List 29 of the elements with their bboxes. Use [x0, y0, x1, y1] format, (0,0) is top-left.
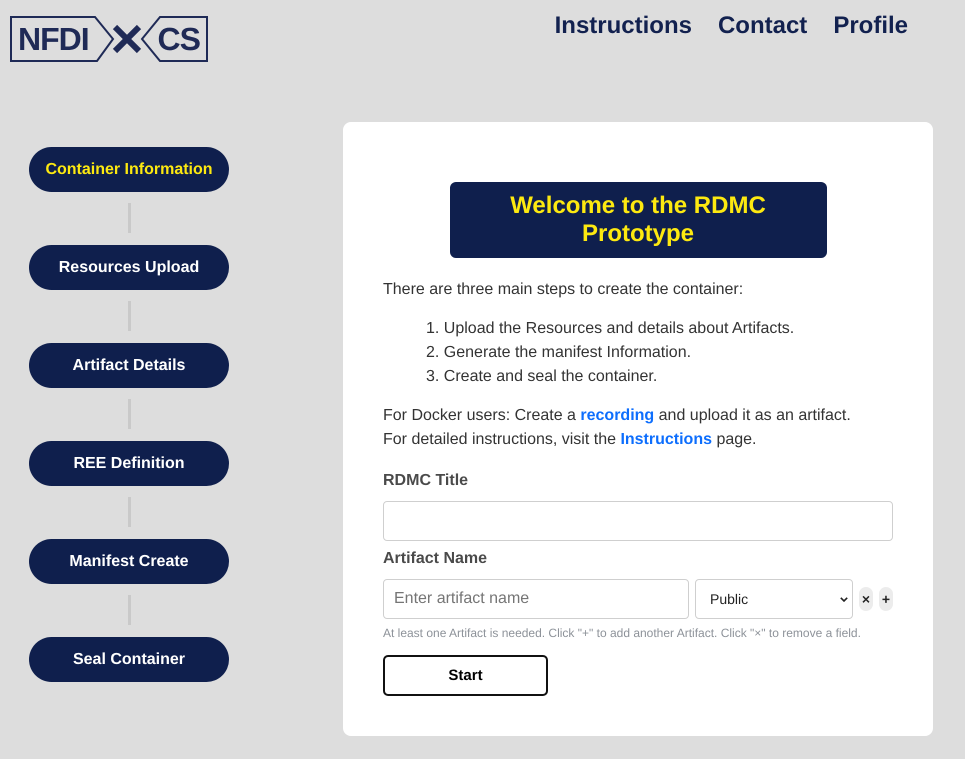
nav-link[interactable]: Instructions — [554, 12, 692, 40]
add-button[interactable]: + — [879, 587, 893, 611]
text-link[interactable]: recording — [580, 407, 654, 424]
step-button[interactable]: Artifact Details — [29, 343, 229, 388]
intro-text: There are three main steps to create the container: — [383, 280, 744, 300]
logo: NFDI CS — [10, 16, 208, 62]
hint-text: At least one Artifact is needed. Click "+" to add another Artifact. Click "×" to remove a field. — [383, 625, 862, 641]
welcome-banner: Welcome to the RDMC Prototype — [450, 182, 826, 258]
remove-button[interactable]: × — [859, 587, 873, 611]
nav-link[interactable]: Contact — [718, 12, 808, 40]
step-button[interactable]: Resources Upload — [29, 245, 229, 290]
start-button[interactable]: Start — [383, 655, 548, 696]
nav-link[interactable]: Profile — [833, 12, 908, 40]
step-button[interactable]: Manifest Create — [29, 539, 229, 584]
text-link[interactable]: Instructions — [620, 431, 712, 448]
step-list-item: 1. Upload the Resources and details about Artifacts. — [425, 319, 796, 339]
visibility-select[interactable]: Public — [695, 579, 853, 619]
step-list-item: 3. Create and seal the container. — [425, 367, 658, 387]
title-input[interactable] — [383, 501, 893, 541]
step-button[interactable]: Seal Container — [29, 637, 229, 682]
step-list-item: 2. Generate the manifest Information. — [425, 343, 692, 363]
chevron-down-icon — [840, 596, 848, 602]
note-text: For detailed instructions, visit the Instructions page. — [383, 430, 758, 450]
artifact-name-input[interactable]: Enter artifact name — [383, 579, 689, 619]
step-button[interactable]: REE Definition — [29, 441, 229, 486]
field-label: Artifact Name — [383, 549, 488, 569]
note-text: For Docker users: Create a recording and upload it as an artifact. — [383, 406, 852, 426]
step-button[interactable]: Container Information — [29, 147, 229, 192]
field-label: RDMC Title — [383, 471, 470, 491]
